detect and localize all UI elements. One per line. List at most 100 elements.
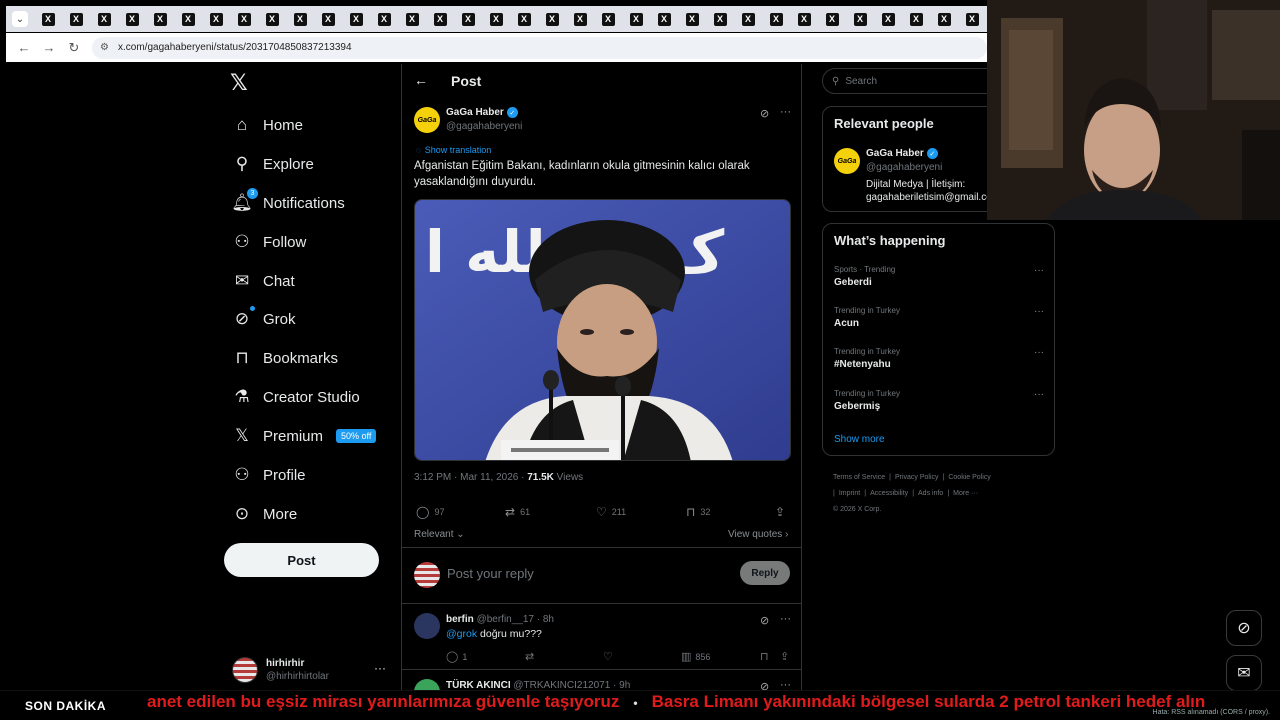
browser-tab[interactable]: X — [34, 6, 62, 32]
more-dots-icon[interactable]: ··· — [780, 106, 791, 118]
more-dots-icon[interactable]: ··· — [1034, 347, 1044, 358]
footer-link[interactable]: Cookie Policy — [948, 474, 990, 481]
address-bar[interactable]: ⚙ x.com/gagahaberyeni/status/20317048508… — [92, 36, 987, 59]
repost-action[interactable]: ⇄ — [525, 650, 538, 663]
trend-item[interactable]: Sports · Trending Geberdi ··· — [834, 265, 1044, 301]
browser-tab[interactable]: X — [174, 6, 202, 32]
nav-item-follow[interactable]: ⚇ Follow — [232, 227, 306, 257]
reply-input[interactable]: Post your reply — [447, 566, 534, 581]
post-button[interactable]: Post — [224, 543, 379, 577]
browser-tab[interactable]: X — [118, 6, 146, 32]
more-dots-icon[interactable]: ··· — [374, 661, 386, 675]
reply-button[interactable]: Reply — [740, 561, 790, 585]
avatar[interactable]: GaGa — [834, 148, 860, 174]
footer-link[interactable]: Imprint — [839, 490, 860, 497]
browser-tab[interactable]: X — [762, 6, 790, 32]
reply-action[interactable]: ◯ 97 — [416, 505, 444, 519]
nav-item-explore[interactable]: ⚲ Explore — [232, 149, 314, 179]
more-dots-icon[interactable]: ··· — [1034, 306, 1044, 317]
author-name[interactable]: GaGa Haber ✓ — [446, 107, 518, 118]
browser-tab[interactable]: X — [902, 6, 930, 32]
grok-icon[interactable]: ⊘ — [1226, 610, 1262, 646]
browser-tab[interactable]: X — [622, 6, 650, 32]
post-image[interactable]: ک سا لله ا — [414, 199, 791, 461]
nav-item-creator-studio[interactable]: ⚗ Creator Studio — [232, 382, 359, 412]
grok-icon[interactable]: ⊘ — [760, 614, 769, 627]
more-dots-icon[interactable]: ··· — [780, 613, 791, 625]
reload-icon[interactable]: ↻ — [62, 36, 86, 60]
browser-tab[interactable]: X — [398, 6, 426, 32]
browser-tab[interactable]: X — [538, 6, 566, 32]
back-arrow-icon[interactable]: ← — [12, 36, 36, 60]
browser-tab[interactable]: X — [62, 6, 90, 32]
reply-item[interactable]: berfin @berfin__17 · 8h ⊘ ··· @grok doğru m… — [402, 605, 801, 670]
browser-tab[interactable]: X — [930, 6, 958, 32]
browser-tab[interactable]: X — [790, 6, 818, 32]
browser-tab[interactable]: X — [510, 6, 538, 32]
mention-link[interactable]: @grok — [446, 628, 477, 640]
view-quotes-link[interactable]: View quotes › — [728, 529, 788, 540]
footer-link[interactable]: Accessibility — [870, 490, 908, 497]
share-action[interactable]: ⇪ — [775, 505, 790, 519]
author-handle[interactable]: @gagahaberyeni — [446, 121, 522, 132]
browser-tab[interactable]: X — [846, 6, 874, 32]
reply-sort-dropdown[interactable]: Relevant ⌄ — [414, 529, 465, 540]
site-info-icon[interactable]: ⚙ — [100, 42, 112, 54]
browser-tab[interactable]: X — [342, 6, 370, 32]
like-action[interactable]: ♡ 211 — [596, 505, 626, 519]
browser-tab[interactable]: X — [566, 6, 594, 32]
nav-item-chat[interactable]: ✉ Chat — [232, 266, 295, 296]
views-action[interactable]: ▥ 856 — [681, 650, 710, 663]
x-logo-icon[interactable]: 𝕏 — [230, 70, 248, 96]
reply-action[interactable]: ◯ 1 — [446, 650, 467, 663]
person-name[interactable]: GaGa Haber ✓ — [866, 148, 938, 159]
browser-tab[interactable]: X — [314, 6, 342, 32]
nav-item-profile[interactable]: ⚇ Profile — [232, 460, 305, 490]
nav-item-home[interactable]: ⌂ Home — [232, 110, 303, 140]
more-dots-icon[interactable]: ··· — [1034, 389, 1044, 400]
nav-item-grok[interactable]: ⊘ Grok — [232, 304, 296, 334]
browser-tab[interactable]: X — [734, 6, 762, 32]
person-handle[interactable]: @gagahaberyeni — [866, 162, 942, 173]
browser-tab[interactable]: X — [230, 6, 258, 32]
browser-tab[interactable]: X — [874, 6, 902, 32]
reply-author[interactable]: berfin @berfin__17 · 8h — [446, 614, 554, 625]
footer-link[interactable]: Ads info — [918, 490, 943, 497]
mail-icon[interactable]: ✉ — [1226, 655, 1262, 691]
footer-link[interactable]: Privacy Policy — [895, 474, 939, 481]
browser-tab[interactable]: X — [482, 6, 510, 32]
avatar[interactable] — [414, 613, 440, 639]
browser-tab[interactable]: X — [650, 6, 678, 32]
footer-link[interactable]: More ··· — [953, 490, 978, 497]
browser-tab[interactable]: X — [90, 6, 118, 32]
browser-tab[interactable]: X — [594, 6, 622, 32]
nav-item-notifications[interactable]: 🔔︎ 3 Notifications — [231, 188, 345, 218]
account-switcher[interactable]: hirhirhir @hirhirhirtolar ··· — [232, 654, 392, 686]
trend-item[interactable]: Trending in Turkey #Netenyahu ··· — [834, 347, 1044, 383]
show-more-link[interactable]: Show more — [834, 434, 885, 445]
tab-search-dropdown-icon[interactable]: ⌄ — [12, 11, 28, 27]
nav-item-bookmarks[interactable]: ⊓ Bookmarks — [232, 343, 338, 373]
repost-action[interactable]: ⇄ 61 — [505, 505, 530, 519]
browser-tab[interactable]: X — [258, 6, 286, 32]
like-action[interactable]: ♡ — [603, 650, 617, 663]
footer-link[interactable]: Terms of Service — [833, 474, 885, 481]
browser-tab[interactable]: X — [426, 6, 454, 32]
browser-tab[interactable]: X — [146, 6, 174, 32]
share-action[interactable]: ⇪ — [780, 650, 793, 663]
trend-item[interactable]: Trending in Turkey Acun ··· — [834, 306, 1044, 342]
forward-arrow-icon[interactable]: → — [37, 36, 61, 60]
browser-tab[interactable]: X — [286, 6, 314, 32]
browser-tab[interactable]: X — [818, 6, 846, 32]
browser-tab[interactable]: X — [958, 6, 986, 32]
grok-icon[interactable]: ⊘ — [760, 107, 769, 120]
bookmark-action[interactable]: ⊓ — [760, 650, 773, 663]
show-translation-link[interactable]: ◌ Show translation — [416, 145, 491, 155]
browser-tab[interactable]: X — [678, 6, 706, 32]
author-avatar[interactable]: GaGa — [414, 107, 440, 133]
back-arrow-icon[interactable]: ← — [414, 72, 428, 88]
browser-tab[interactable]: X — [202, 6, 230, 32]
nav-item-premium[interactable]: 𝕏 Premium 50% off — [232, 421, 377, 451]
trend-item[interactable]: Trending in Turkey Gebermiş ··· — [834, 389, 1044, 425]
more-dots-icon[interactable]: ··· — [1034, 265, 1044, 276]
